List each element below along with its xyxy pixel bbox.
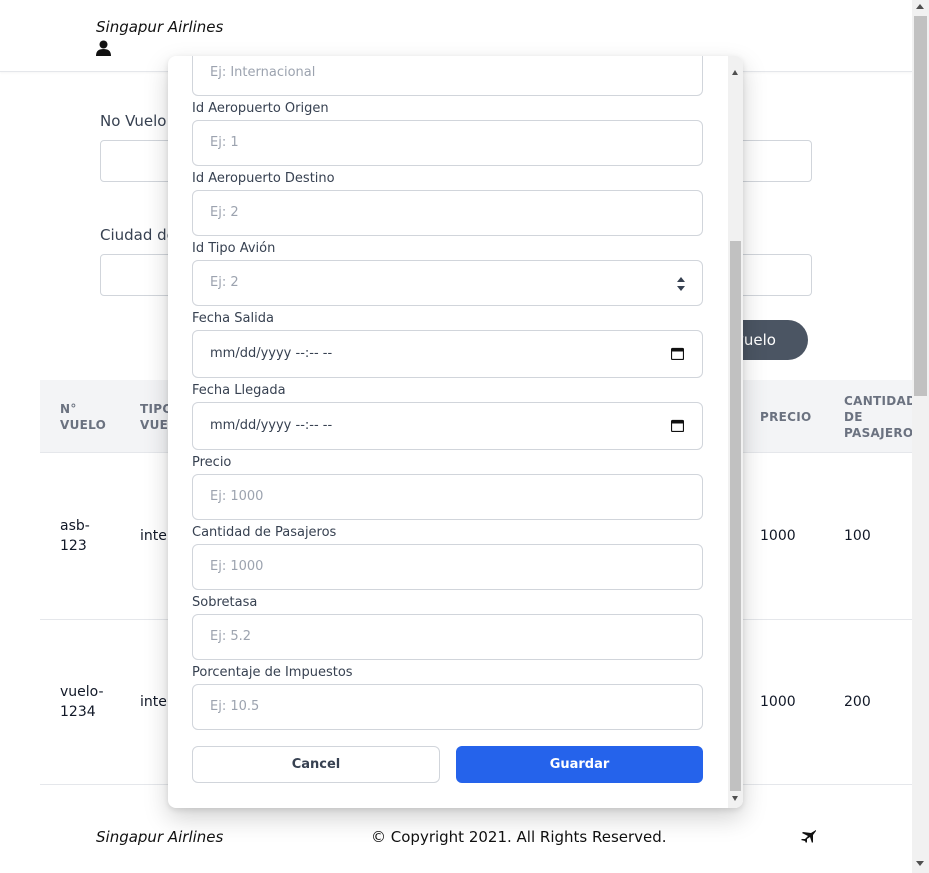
brand-title[interactable]: Singapur Airlines: [96, 18, 223, 36]
th-vuelo: N° VUELO: [60, 402, 107, 432]
plane-icon: [801, 830, 816, 843]
destino-label: Id Aeropuerto Destino: [192, 171, 335, 186]
page-scrollbar-thumb[interactable]: [914, 16, 927, 396]
ciudad-label: Ciudad de: [100, 226, 176, 244]
scroll-up-arrow-icon[interactable]: [916, 4, 924, 9]
sobretasa-input[interactable]: Ej: 5.2: [192, 614, 703, 660]
fecha-salida-value: mm/dd/yyyy --:-- --: [210, 346, 333, 361]
fecha-salida-label: Fecha Salida: [192, 311, 274, 326]
tipo-avion-label: Id Tipo Avión: [192, 241, 276, 256]
fecha-llegada-input[interactable]: mm/dd/yyyy --:-- --: [192, 402, 703, 450]
precio-input[interactable]: Ej: 1000: [192, 474, 703, 520]
cell-pasajeros: 100: [844, 528, 871, 544]
destino-input[interactable]: Ej: 2: [192, 190, 703, 236]
th-cantidad: CANTIDAD DE PASAJEROS: [844, 394, 923, 440]
sobretasa-label: Sobretasa: [192, 595, 258, 610]
create-flight-modal: Ej: Internacional Id Aeropuerto Origen E…: [168, 56, 743, 808]
footer-brand: Singapur Airlines: [96, 828, 224, 846]
pasajeros-input[interactable]: Ej: 1000: [192, 544, 703, 590]
cell-precio: 1000: [760, 694, 796, 710]
modal-scroll-down-icon[interactable]: [732, 796, 738, 801]
pasajeros-label: Cantidad de Pasajeros: [192, 525, 337, 540]
tipo-avion-input[interactable]: Ej: 2: [192, 260, 703, 306]
user-icon[interactable]: [96, 40, 111, 56]
tipo-vuelo-input[interactable]: Ej: Internacional: [192, 56, 703, 96]
precio-label: Precio: [192, 455, 232, 470]
th-precio: PRECIO: [760, 410, 812, 424]
modal-scroll-up-icon[interactable]: [732, 70, 738, 75]
cell-pasajeros: 200: [844, 694, 871, 710]
origen-input[interactable]: Ej: 1: [192, 120, 703, 166]
calendar-icon[interactable]: [671, 347, 684, 360]
footer-copyright: © Copyright 2021. All Rights Reserved.: [371, 828, 667, 846]
calendar-icon[interactable]: [671, 419, 684, 432]
fecha-llegada-value: mm/dd/yyyy --:-- --: [210, 418, 333, 433]
origen-label: Id Aeropuerto Origen: [192, 101, 329, 116]
cell-vuelo: asb- 123: [60, 518, 90, 554]
impuestos-input[interactable]: Ej: 10.5: [192, 684, 703, 730]
scroll-down-arrow-icon[interactable]: [916, 861, 924, 866]
cell-vuelo: vuelo- 1234: [60, 684, 104, 720]
fecha-salida-input[interactable]: mm/dd/yyyy --:-- --: [192, 330, 703, 378]
spinner-icon[interactable]: [676, 275, 686, 293]
tipo-avion-placeholder: Ej: 2: [210, 275, 239, 290]
impuestos-label: Porcentaje de Impuestos: [192, 665, 353, 680]
save-button[interactable]: Guardar: [456, 746, 703, 783]
modal-scrollbar-thumb[interactable]: [730, 241, 741, 791]
fecha-llegada-label: Fecha Llegada: [192, 383, 286, 398]
no-vuelo-label: No Vuelo: [100, 112, 167, 130]
cancel-button[interactable]: Cancel: [192, 746, 440, 783]
cell-precio: 1000: [760, 528, 796, 544]
